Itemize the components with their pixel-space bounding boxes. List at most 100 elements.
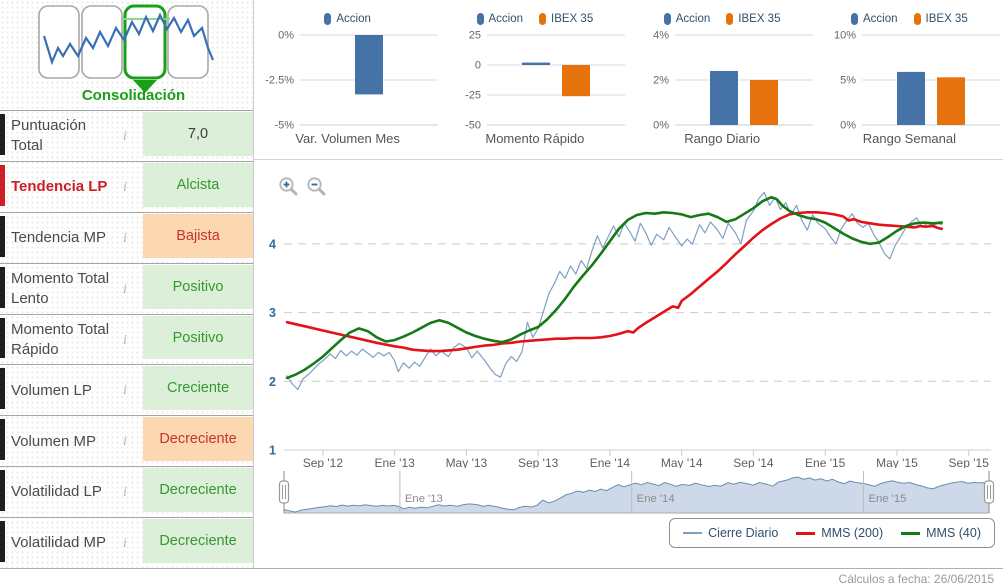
navigator-handle-left[interactable] [280, 481, 289, 503]
mini-charts-row: Accion0%-2.5%-5%Var. Volumen MesAccionIB… [254, 3, 1003, 160]
indicator-value: Positivo [143, 316, 253, 360]
bar-ibex [562, 65, 590, 96]
x-axis-label: May '13 [446, 456, 488, 468]
indicator-row-volatilidad-lp: Volatilidad LPiDecreciente [0, 467, 253, 518]
y-axis-label: 2 [269, 375, 276, 389]
chart-legend-item-mms-40-[interactable]: MMS (40) [901, 526, 981, 540]
row-accent-bar [0, 267, 5, 308]
svg-text:25: 25 [469, 30, 481, 42]
legend-item-ibex[interactable]: IBEX 35 [726, 13, 780, 25]
indicator-info: i [111, 381, 139, 399]
bar-ibex [750, 80, 778, 125]
svg-text:-25: -25 [465, 90, 481, 102]
navigator[interactable]: Ene '13Ene '14Ene '15 [254, 468, 1003, 516]
legend-item-accion[interactable]: Accion [664, 13, 711, 25]
indicator-value: Alcista [143, 163, 253, 207]
bar-accion [522, 63, 550, 65]
mini-chart-1: Accion0%-2.5%-5%Var. Volumen Mes [254, 3, 441, 159]
pattern-label: Consolidación [0, 87, 253, 104]
legend-item-accion[interactable]: Accion [851, 13, 898, 25]
indicator-value-text: Bajista [176, 228, 220, 244]
legend-label: IBEX 35 [738, 13, 780, 25]
svg-text:-2.5%: -2.5% [265, 75, 294, 87]
chart-legend: Cierre Diario MMS (200) MMS (40) [669, 518, 995, 548]
chart-legend-item-cierre-diario[interactable]: Cierre Diario [683, 526, 778, 540]
legend-item-ibex[interactable]: IBEX 35 [914, 13, 968, 25]
mini-chart-legend: Accion IBEX 35 [851, 11, 968, 27]
mini-chart-4: AccionIBEX 3510%5%0%Rango Semanal [816, 3, 1003, 159]
info-icon[interactable]: i [123, 536, 127, 551]
indicator-label: Volatilidad MP [11, 533, 111, 553]
legend-label: MMS (40) [926, 526, 981, 540]
svg-text:10%: 10% [834, 30, 856, 42]
legend-marker-icon [914, 13, 921, 25]
y-axis-label: 3 [269, 306, 276, 320]
indicator-info: i [111, 483, 139, 501]
indicator-info: i [111, 127, 139, 145]
mini-chart-legend: Accion [324, 11, 371, 27]
legend-label: Accion [863, 13, 898, 25]
indicator-row-volumen-lp: Volumen LP i Creciente [0, 365, 253, 416]
indicator-label: Momento Total Rápido [11, 320, 111, 359]
info-icon[interactable]: i [123, 129, 127, 144]
indicator-info: i [111, 178, 139, 196]
legend-line-icon [796, 532, 815, 535]
mini-chart-title: Var. Volumen Mes [295, 131, 400, 146]
legend-marker-icon [324, 13, 331, 25]
chart-legend-item-mms-200-[interactable]: MMS (200) [796, 526, 883, 540]
legend-label: IBEX 35 [551, 13, 593, 25]
y-axis-label: 1 [269, 444, 276, 458]
x-axis-label: Sep '12 [303, 456, 344, 468]
mini-chart-plot: 4%2%0% [629, 27, 816, 131]
mini-chart-3: Accion IBEX 35 4%2%0%Rango Diario [629, 3, 816, 159]
indicator-label: Momento Total Lento [11, 269, 111, 308]
indicator-row-momento-total-rapido: Momento Total Rápido i Positivo [0, 315, 253, 366]
info-icon[interactable]: i [123, 383, 127, 398]
calculation-date: Cálculos a fecha: 26/06/2015 [839, 572, 994, 586]
x-axis-label: Sep '15 [949, 456, 990, 468]
indicator-label: Tendencia MP [11, 228, 111, 248]
mini-chart-legend: Accion IBEX 35 [664, 11, 781, 27]
indicator-value: Bajista [143, 214, 253, 258]
info-icon[interactable]: i [123, 485, 127, 500]
legend-line-icon [683, 532, 702, 534]
scoreboard-panel: Consolidación Puntuación Total i 7,0 Tenden… [0, 0, 254, 568]
indicator-value-text: Creciente [167, 380, 229, 396]
indicator-value: 7,0 [143, 112, 253, 156]
legend-item-accion[interactable]: Accion [324, 13, 371, 25]
legend-label: Accion [336, 13, 371, 25]
x-axis-label: May '14 [661, 456, 703, 468]
indicator-label: Puntuación Total [11, 116, 111, 155]
main-chart-zone: 1234Sep '12Ene '13May '13Sep '13Ene '14M… [254, 160, 1003, 568]
bar-accion [355, 35, 383, 94]
indicator-row-volatilidad-mp: Volatilidad MPiDecreciente [0, 518, 253, 569]
legend-item-accion[interactable]: Accion [477, 13, 524, 25]
bar-accion [897, 72, 925, 125]
legend-marker-icon [477, 13, 484, 25]
x-axis-label: Ene '15 [805, 456, 846, 468]
info-icon[interactable]: i [123, 434, 127, 449]
indicator-label: Volumen LP [11, 381, 111, 401]
svg-text:0%: 0% [840, 120, 856, 132]
indicator-row-puntuacion-total: Puntuación Total i 7,0 [0, 111, 253, 162]
info-icon[interactable]: i [123, 282, 127, 297]
indicator-row-tendencia-lp: Tendencia LPiAlcista [0, 162, 253, 213]
indicator-info: i [111, 331, 139, 349]
legend-marker-icon [664, 13, 671, 25]
indicator-value-text: Decreciente [159, 482, 236, 498]
indicator-value-text: Alcista [177, 177, 220, 193]
navigator-handle-right[interactable] [985, 481, 994, 503]
legend-item-ibex[interactable]: IBEX 35 [539, 13, 593, 25]
indicator-value-text: Positivo [173, 330, 224, 346]
info-icon[interactable]: i [123, 180, 127, 195]
indicator-value: Decreciente [143, 417, 253, 461]
indicator-value: Creciente [143, 366, 253, 410]
charts-panel: Accion0%-2.5%-5%Var. Volumen MesAccionIB… [254, 0, 1003, 568]
legend-marker-icon [851, 13, 858, 25]
info-icon[interactable]: i [123, 231, 127, 246]
svg-text:0%: 0% [653, 120, 669, 132]
info-icon[interactable]: i [123, 333, 127, 348]
indicator-value-text: Positivo [173, 279, 224, 295]
indicator-row-tendencia-mp: Tendencia MP i Bajista [0, 213, 253, 264]
mini-chart-title: Rango Diario [684, 131, 760, 146]
